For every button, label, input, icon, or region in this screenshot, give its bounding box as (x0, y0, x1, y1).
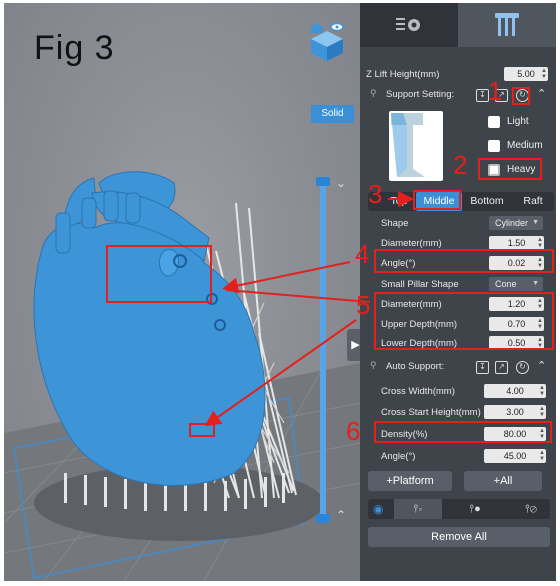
annotation-arrows (204, 191, 414, 427)
